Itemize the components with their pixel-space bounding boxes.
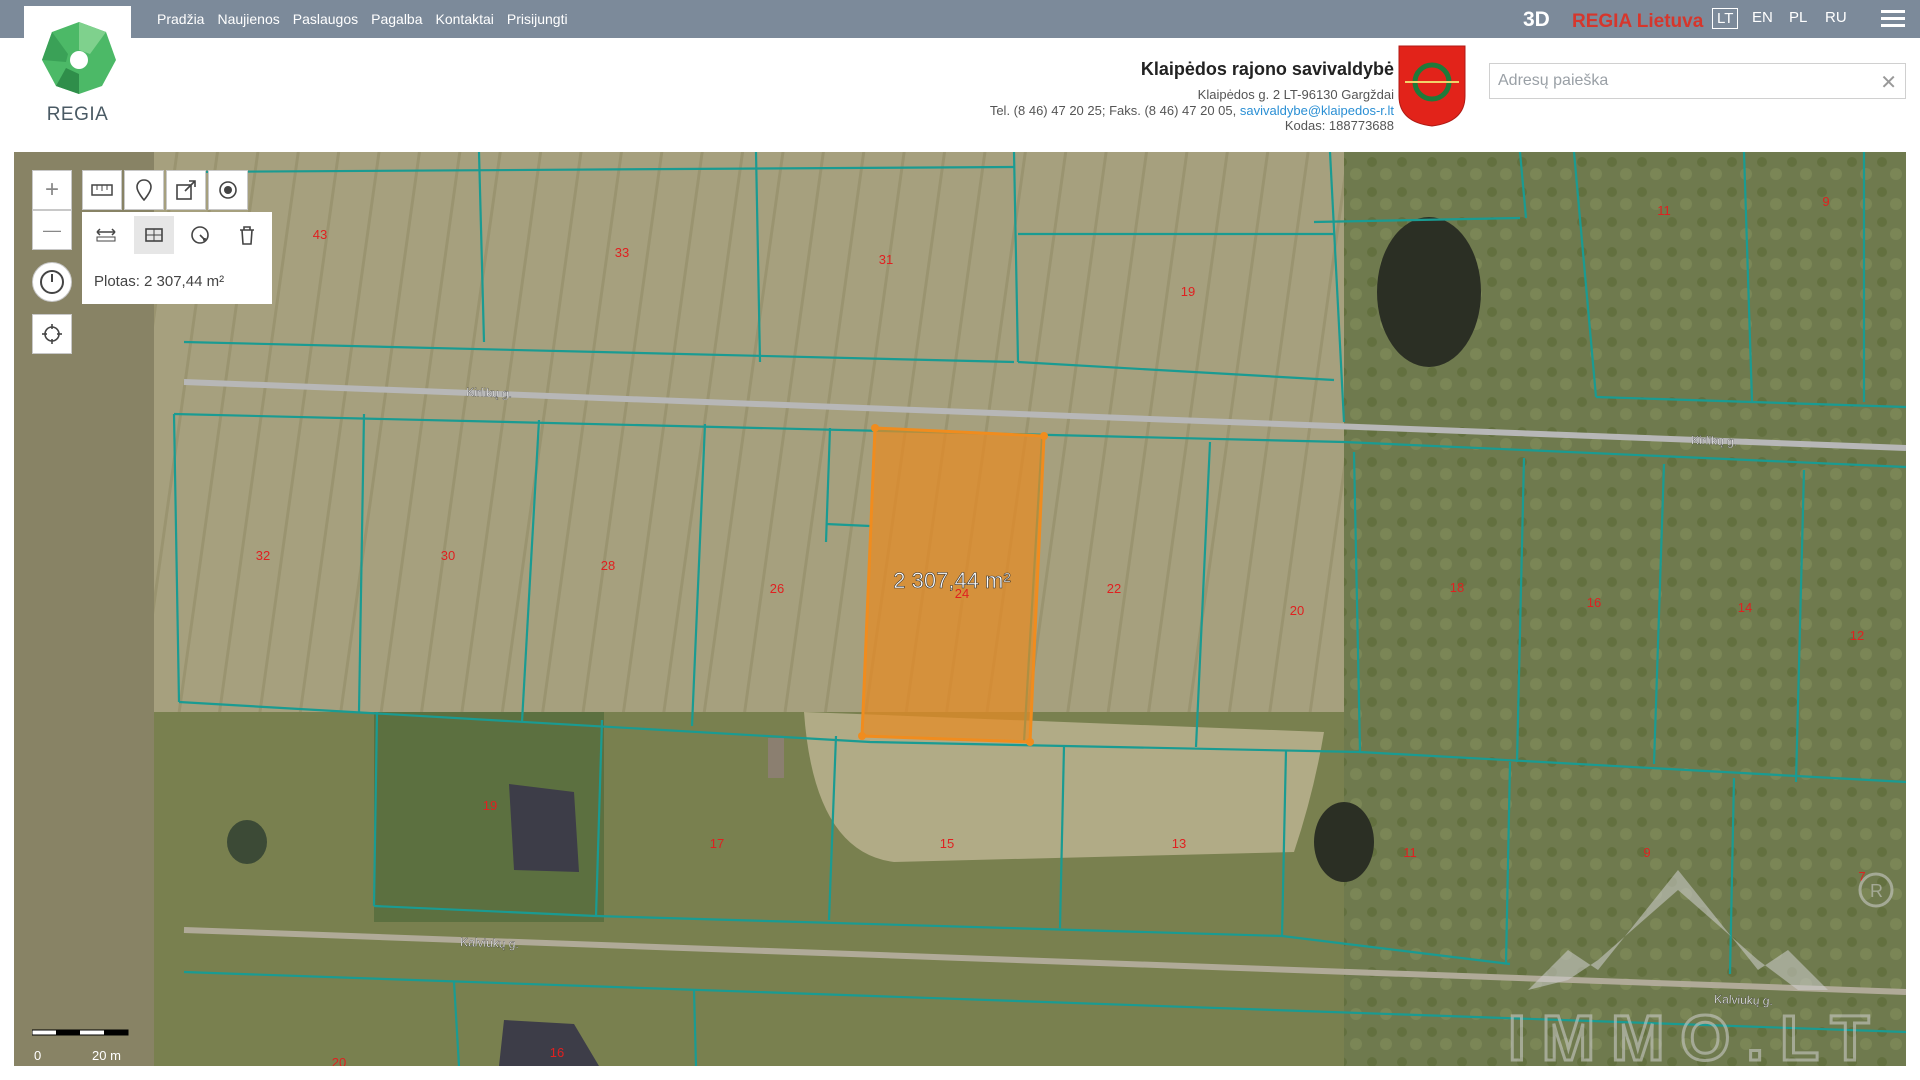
clock-icon — [40, 270, 64, 294]
nav-item-contacts[interactable]: Kontaktai — [436, 11, 494, 27]
measure-radius-button[interactable] — [180, 216, 220, 254]
main-nav: Pradžia Naujienos Paslaugos Pagalba Kont… — [157, 0, 568, 38]
municipality-code: Kodas: 188773688 — [1284, 118, 1394, 133]
scale-end-label: 20 m — [92, 1048, 121, 1063]
watermark-logo-icon: R IMMO.LT — [1508, 870, 1894, 1070]
nav-item-help[interactable]: Pagalba — [371, 11, 422, 27]
lang-ru[interactable]: RU — [1821, 8, 1851, 27]
municipality-address: Klaipėdos g. 2 LT-96130 Gargždai — [1197, 87, 1394, 102]
measurement-label: 2 307,44 m² — [893, 568, 1010, 593]
logo-text: REGIA — [46, 104, 109, 125]
target-button[interactable] — [208, 170, 248, 210]
measure-area-button[interactable] — [134, 216, 174, 254]
close-icon[interactable]: ✕ — [1880, 70, 1897, 95]
pin-button[interactable] — [124, 170, 164, 210]
delete-measure-button[interactable] — [227, 216, 267, 254]
regia-logo-icon[interactable] — [40, 20, 118, 96]
parcel-number[interactable]: 33 — [615, 245, 629, 260]
hamburger-menu-icon[interactable] — [1881, 10, 1905, 28]
parcel-number[interactable]: 11 — [1403, 845, 1417, 860]
parcel-number[interactable]: 30 — [441, 548, 455, 563]
parcel-number[interactable]: 17 — [710, 836, 724, 851]
parcel-number[interactable]: 22 — [1107, 581, 1121, 596]
municipality-contacts: Tel. (8 46) 47 20 25; Faks. (8 46) 47 20… — [990, 103, 1394, 118]
parcel-number[interactable]: 28 — [601, 558, 615, 573]
parcel-number[interactable]: 20 — [1290, 603, 1304, 618]
3d-button[interactable]: 3D — [1523, 8, 1550, 32]
zoom-in-button[interactable]: + — [32, 170, 72, 210]
pin-icon — [136, 179, 152, 201]
lang-lt[interactable]: LT — [1712, 8, 1739, 29]
municipality-email-link[interactable]: savivaldybe@klaipedos-r.lt — [1240, 103, 1394, 118]
parcel-number[interactable]: 16 — [1587, 595, 1601, 610]
parcel-number[interactable]: 9 — [1822, 194, 1829, 209]
ruler-icon — [91, 184, 113, 196]
history-button[interactable] — [32, 262, 72, 302]
trash-icon — [240, 226, 254, 245]
parcel-number[interactable]: 16 — [550, 1045, 564, 1060]
municipality-name: Klaipėdos rajono savivaldybė — [1140, 59, 1394, 79]
parcel-number[interactable]: 13 — [1172, 836, 1186, 851]
measure-line-button[interactable] — [86, 216, 126, 254]
share-button[interactable] — [166, 170, 206, 210]
address-search-box[interactable]: ✕ — [1489, 63, 1906, 99]
nav-item-services[interactable]: Paslaugos — [293, 11, 358, 27]
parcel-number[interactable]: 14 — [1738, 600, 1752, 615]
measure-area-icon — [145, 228, 163, 242]
crosshair-icon — [42, 324, 62, 344]
parcel-number[interactable]: 18 — [1450, 580, 1464, 595]
parcel-number[interactable]: 20 — [332, 1055, 346, 1066]
parcel-number[interactable]: 9 — [1643, 845, 1650, 860]
street-label: Kirlikų g. — [1691, 433, 1737, 449]
parcel-number[interactable]: 15 — [940, 836, 954, 851]
watermark-text: IMMO.LT — [1508, 1002, 1885, 1070]
municipality-phone: Tel. (8 46) 47 20 25; Faks. (8 46) 47 20… — [989, 103, 1237, 118]
lang-en[interactable]: EN — [1748, 8, 1777, 27]
locate-button[interactable] — [32, 314, 72, 354]
target-icon — [219, 181, 237, 199]
nav-item-login[interactable]: Prisijungti — [507, 11, 568, 27]
scale-bar — [32, 1029, 129, 1036]
nav-item-news[interactable]: Naujienos — [217, 11, 279, 27]
coat-of-arms-icon — [1398, 45, 1466, 127]
regia-lietuva-link[interactable]: REGIA Lietuva — [1572, 11, 1703, 33]
area-readout: Plotas: 2 307,44 m² — [94, 273, 225, 290]
parcel-number[interactable]: 24 — [955, 586, 969, 601]
street-label: Kalviukų g. — [460, 935, 519, 951]
measure-radius-icon — [191, 226, 209, 244]
parcel-number[interactable]: 43 — [313, 227, 327, 242]
svg-text:R: R — [1870, 881, 1883, 901]
measure-line-icon — [96, 228, 116, 242]
nav-item-home[interactable]: Pradžia — [157, 11, 204, 27]
parcel-number[interactable]: 31 — [879, 252, 893, 267]
scale-start-label: 0 — [34, 1048, 42, 1063]
parcel-number[interactable]: 19 — [1181, 284, 1195, 299]
parcel-number[interactable]: 32 — [256, 548, 270, 563]
zoom-out-button[interactable]: — — [32, 210, 72, 250]
parcel-number[interactable]: 26 — [770, 581, 784, 596]
ruler-button[interactable] — [82, 170, 122, 210]
parcel-number[interactable]: 12 — [1850, 628, 1864, 643]
lang-pl[interactable]: PL — [1785, 8, 1811, 27]
share-icon — [176, 180, 196, 200]
street-label: Kirlikų g. — [466, 385, 512, 401]
address-search-input[interactable] — [1490, 64, 1886, 98]
parcel-number[interactable]: 11 — [1657, 203, 1671, 218]
parcel-number[interactable]: 19 — [483, 798, 497, 813]
